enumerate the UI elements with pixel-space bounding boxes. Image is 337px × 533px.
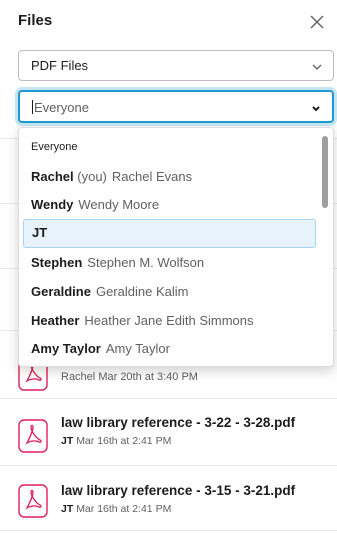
file-name[interactable]: law library reference - 3-22 - 3-28.pdf (61, 415, 295, 430)
file-author: JT (61, 435, 74, 447)
people-filter-input[interactable]: Everyone (18, 90, 334, 123)
file-type-value: PDF Files (31, 58, 89, 73)
dropdown-option-wendy[interactable]: Wendy Wendy Moore (23, 191, 316, 220)
file-author: Rachel (61, 371, 96, 383)
files-panel-header: Files (0, 0, 337, 44)
file-meta: JT Mar 16th at 2:41 PM (61, 503, 171, 515)
people-dropdown-menu: Everyone Rachel (you) Rachel Evans Wendy W… (18, 127, 334, 367)
option-full-name: Amy Taylor (105, 341, 170, 356)
list-divider (0, 398, 337, 399)
option-name: Geraldine (31, 284, 91, 299)
option-name: Wendy (31, 197, 74, 212)
option-name: Heather (31, 313, 80, 328)
file-meta: JT Mar 16th at 2:41 PM (61, 435, 171, 447)
option-name: Everyone (31, 141, 78, 153)
file-date: Mar 16th at 2:41 PM (76, 503, 172, 515)
list-divider (0, 465, 337, 466)
dropdown-option-stephen[interactable]: Stephen Stephen M. Wolfson (23, 249, 316, 278)
option-name: Amy Taylor (31, 341, 101, 356)
option-full-name: Wendy Moore (78, 197, 160, 212)
file-row[interactable]: law library reference - 3-22 - 3-28.pdf … (0, 407, 337, 469)
file-type-select[interactable]: PDF Files (18, 50, 334, 81)
option-you-tag: (you) (77, 169, 107, 184)
chevron-down-icon (310, 60, 324, 74)
option-name: Stephen (31, 255, 83, 270)
text-caret (32, 100, 33, 114)
option-name: JT (32, 225, 48, 240)
chevron-down-icon (309, 101, 323, 115)
file-meta: Rachel Mar 20th at 3:40 PM (61, 371, 198, 383)
list-divider (0, 530, 337, 531)
close-icon[interactable] (307, 12, 327, 32)
panel-title: Files (18, 12, 53, 29)
file-name[interactable]: law library reference - 3-15 - 3-21.pdf (61, 483, 295, 498)
option-full-name: Rachel Evans (111, 169, 193, 184)
file-date: Mar 16th at 2:41 PM (76, 435, 172, 447)
option-full-name: Geraldine Kalim (95, 284, 189, 299)
people-filter-value: Everyone (34, 100, 89, 115)
dropdown-option-rachel[interactable]: Rachel (you) Rachel Evans (23, 163, 316, 192)
dropdown-option-heather[interactable]: Heather Heather Jane Edith Simmons (23, 307, 316, 336)
option-name: Rachel (31, 169, 74, 184)
dropdown-option-amy-taylor[interactable]: Amy Taylor Amy Taylor (23, 335, 316, 364)
pdf-file-icon (18, 484, 48, 518)
pdf-file-icon (18, 419, 48, 453)
dropdown-option-geraldine[interactable]: Geraldine Geraldine Kalim (23, 278, 316, 307)
option-full-name: Stephen M. Wolfson (87, 255, 205, 270)
dropdown-option-everyone[interactable]: Everyone (23, 133, 316, 162)
file-date: Mar 20th at 3:40 PM (98, 371, 198, 383)
dropdown-option-jt[interactable]: JT (23, 219, 316, 248)
file-author: JT (61, 503, 74, 515)
dropdown-scrollbar[interactable] (322, 136, 328, 208)
file-row[interactable]: law library reference - 3-15 - 3-21.pdf … (0, 472, 337, 533)
option-full-name: Heather Jane Edith Simmons (84, 313, 254, 328)
